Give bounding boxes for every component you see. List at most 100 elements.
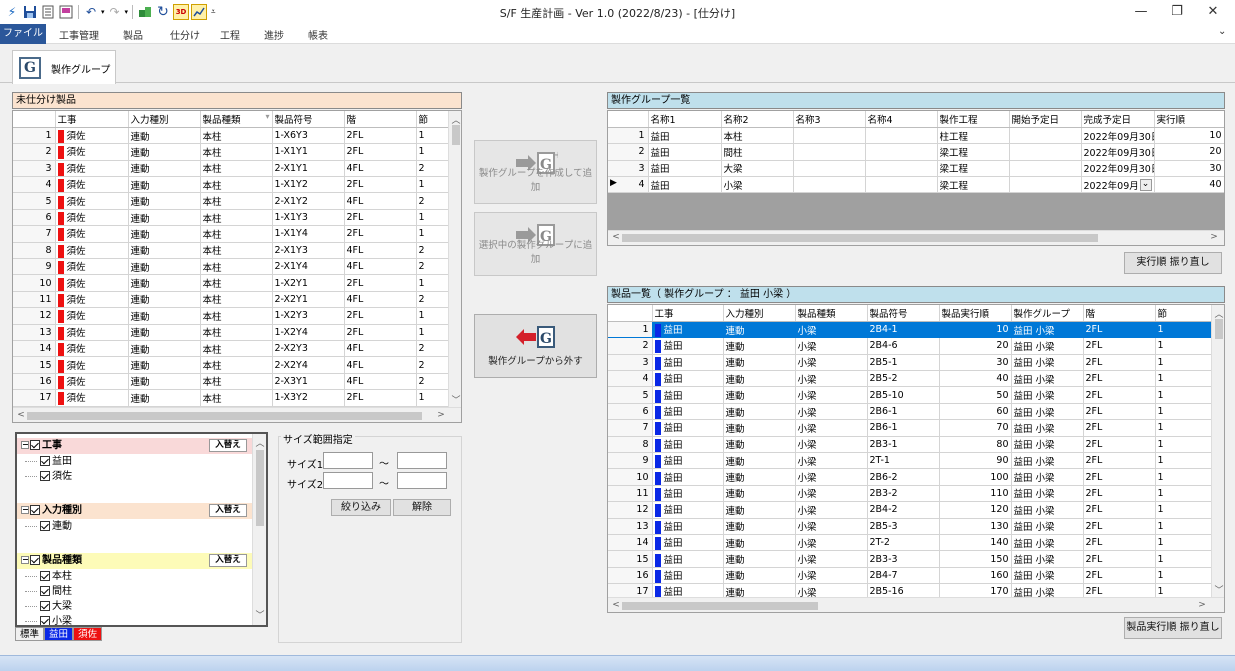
table-cell[interactable]: 本柱 — [200, 340, 273, 358]
checkbox[interactable] — [40, 601, 50, 611]
table-cell[interactable]: 2B4-2 — [867, 501, 940, 519]
cell-construction[interactable]: 益田 — [652, 370, 724, 388]
cell-construction[interactable]: 須佐 — [55, 127, 129, 145]
table-cell[interactable]: 2T-2 — [867, 534, 940, 552]
cell-construction[interactable]: 須佐 — [55, 373, 129, 391]
cell-construction[interactable]: 須佐 — [55, 209, 129, 227]
table-cell[interactable] — [865, 143, 938, 161]
row-number[interactable]: 2 — [608, 337, 653, 355]
table-row[interactable]: 5 須佐 連動 本柱 2-X1Y2 4FL 2 — [13, 192, 451, 210]
table-row[interactable]: 10 益田 連動 小梁 2B6-2 100 益田 小梁 2FL 1 — [608, 468, 1213, 486]
column-header[interactable]: 製品実行順 — [939, 305, 1012, 322]
table-cell[interactable]: 2FL — [344, 389, 417, 407]
table-cell[interactable]: 益田 小梁 — [1011, 452, 1084, 470]
table-cell[interactable]: 連動 — [723, 436, 796, 454]
table-cell[interactable]: 小梁 — [721, 176, 794, 194]
table-cell[interactable]: 連動 — [723, 468, 796, 486]
table-cell[interactable]: 2B4-6 — [867, 337, 940, 355]
table-cell[interactable]: 2-X3Y1 — [272, 373, 345, 391]
table-row[interactable]: 5 益田 連動 小梁 2B5-10 50 益田 小梁 2FL 1 — [608, 386, 1213, 404]
scroll-left-icon[interactable]: < — [610, 600, 622, 610]
column-header[interactable]: 階 — [344, 111, 417, 128]
table-cell[interactable]: 160 — [939, 567, 1012, 585]
table-cell[interactable]: 小梁 — [795, 518, 868, 535]
row-number[interactable]: 3 — [13, 160, 56, 178]
cell-construction[interactable]: 須佐 — [55, 242, 129, 260]
table-cell[interactable]: 連動 — [128, 373, 201, 391]
table-cell[interactable]: 益田 小梁 — [1011, 468, 1084, 486]
cell-construction[interactable]: 益田 — [652, 501, 724, 519]
table-cell[interactable]: 連動 — [723, 354, 796, 372]
table-cell[interactable]: 連動 — [128, 340, 201, 358]
table-cell[interactable]: 20 — [939, 337, 1012, 355]
scroll-thumb[interactable] — [622, 602, 818, 610]
table-cell[interactable]: 1 — [1155, 452, 1213, 470]
table-row[interactable]: 1 益田 本柱 柱工程 2022年09月30日 10 — [608, 127, 1224, 145]
table-cell[interactable] — [793, 143, 866, 161]
checkbox[interactable] — [30, 440, 40, 450]
cell-construction[interactable]: 益田 — [652, 321, 724, 339]
menu-file[interactable]: ファイル — [0, 24, 46, 44]
vertical-scrollbar[interactable]: ︿ ﹀ — [448, 111, 461, 407]
table-cell[interactable]: 2T-1 — [867, 452, 940, 470]
table-cell[interactable]: 1 — [416, 324, 451, 341]
cell-construction[interactable]: 須佐 — [55, 258, 129, 276]
cell-construction[interactable]: 益田 — [652, 518, 724, 535]
table-cell[interactable]: 本柱 — [200, 242, 273, 260]
table-cell[interactable]: 2FL — [1083, 337, 1156, 355]
table-cell[interactable]: 連動 — [723, 501, 796, 519]
table-cell[interactable]: 2FL — [1083, 370, 1156, 388]
table-cell[interactable]: 2FL — [1083, 501, 1156, 519]
table-cell[interactable] — [1009, 160, 1082, 178]
table-cell[interactable]: 益田 小梁 — [1011, 354, 1084, 372]
scroll-thumb[interactable] — [622, 234, 1098, 242]
date-dropdown-icon[interactable]: ⌄ — [1139, 178, 1152, 191]
scroll-left-icon[interactable]: < — [610, 232, 622, 242]
column-header[interactable]: 製作工程 — [937, 111, 1010, 128]
table-cell[interactable]: 2B3-2 — [867, 485, 940, 503]
filter-item[interactable]: 間柱 — [25, 585, 72, 599]
table-cell[interactable]: 連動 — [128, 160, 201, 178]
table-row[interactable]: 8 須佐 連動 本柱 2-X1Y3 4FL 2 — [13, 242, 451, 260]
cell-construction[interactable]: 益田 — [652, 354, 724, 372]
table-cell[interactable]: 連動 — [128, 291, 201, 309]
cell-construction[interactable]: 益田 — [652, 468, 724, 486]
table-cell[interactable]: 70 — [939, 419, 1012, 437]
table-cell[interactable]: 140 — [939, 534, 1012, 552]
menu-product[interactable]: 製品 — [123, 27, 143, 42]
table-row[interactable]: 6 益田 連動 小梁 2B6-1 60 益田 小梁 2FL 1 — [608, 403, 1213, 421]
table-cell[interactable]: 2-X1Y3 — [272, 242, 345, 260]
table-cell[interactable]: 2 — [416, 356, 451, 374]
table-cell[interactable] — [1009, 143, 1082, 161]
table-cell[interactable]: 2 — [416, 291, 451, 309]
reorder-execution-button[interactable]: 実行順 振り直し — [1124, 252, 1222, 274]
table-cell[interactable]: 1 — [1155, 468, 1213, 486]
table-cell[interactable]: 2 — [416, 340, 451, 358]
checkbox[interactable] — [40, 456, 50, 466]
table-cell[interactable]: 2FL — [1083, 354, 1156, 372]
table-cell[interactable]: 益田 — [648, 143, 722, 161]
column-header[interactable]: 階 — [1083, 305, 1156, 322]
column-header[interactable]: 製品符号 — [867, 305, 940, 322]
table-cell[interactable]: 2B5-2 — [867, 370, 940, 388]
table-cell[interactable]: 2 — [416, 160, 451, 178]
scroll-right-icon[interactable]: > — [1196, 600, 1208, 610]
table-cell[interactable]: 連動 — [723, 534, 796, 552]
row-number[interactable]: 5 — [608, 386, 653, 404]
row-number[interactable]: 15 — [13, 356, 56, 374]
row-number[interactable]: 10 — [608, 468, 653, 486]
row-number[interactable]: 3 — [608, 354, 653, 372]
cell-construction[interactable]: 須佐 — [55, 356, 129, 374]
table-cell[interactable] — [793, 176, 866, 194]
row-number[interactable]: 4 — [13, 176, 56, 194]
table-cell[interactable]: 20 — [1154, 143, 1224, 161]
scroll-right-icon[interactable]: > — [1208, 232, 1220, 242]
column-header[interactable]: 名称3 — [793, 111, 866, 128]
column-header[interactable]: 入力種別 — [723, 305, 796, 322]
table-cell[interactable]: 130 — [939, 518, 1012, 535]
table-cell[interactable]: 本柱 — [200, 176, 273, 194]
table-cell[interactable]: 1 — [1155, 436, 1213, 454]
cell-construction[interactable]: 益田 — [652, 403, 724, 421]
row-number[interactable]: 4 — [608, 370, 653, 388]
checkbox[interactable] — [30, 505, 40, 515]
